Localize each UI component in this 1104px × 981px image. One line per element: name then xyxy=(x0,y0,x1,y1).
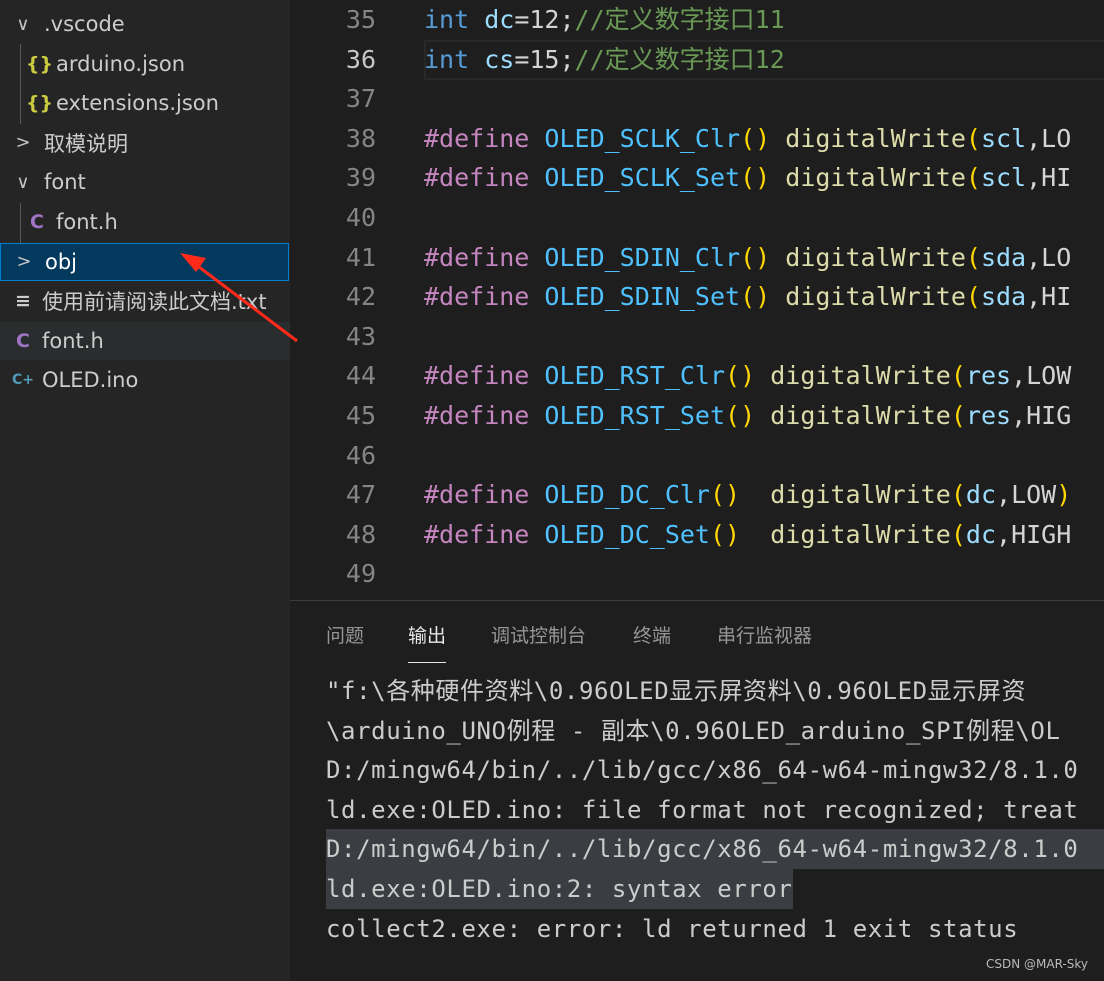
tab-2[interactable]: 调试控制台 xyxy=(491,621,586,653)
output-line: D:/mingw64/bin/../lib/gcc/x86_64-w64-min… xyxy=(326,829,1104,870)
tab-3[interactable]: 终端 xyxy=(633,621,671,653)
output-line: D:/mingw64/bin/../lib/gcc/x86_64-w64-min… xyxy=(326,756,1079,785)
bottom-panel: 问题 输出 调试控制台 终端 串行监视器 "f:\各种硬件资料\0.96OLED显示屏资… xyxy=(290,600,1104,981)
output-line: "f:\各种硬件资料\0.96OLED显示屏资料\0.96OLED显示屏资 xyxy=(326,677,1027,705)
watermark: CSDN @MAR-Sky xyxy=(985,957,1088,971)
panel-tabs: 问题 输出 调试控制台 终端 串行监视器 xyxy=(290,601,1104,663)
output-line: ld.exe:OLED.ino:2: syntax error xyxy=(326,869,793,909)
tab-4[interactable]: 串行监视器 xyxy=(717,621,812,653)
tab-1[interactable]: 输出 xyxy=(408,621,447,663)
tab-0[interactable]: 问题 xyxy=(326,621,364,653)
output-line: collect2.exe: error: ld returned 1 exit … xyxy=(326,914,1019,943)
output-line: ld.exe:OLED.ino: file format not recogni… xyxy=(326,795,1079,824)
output-line: \arduino_UNO例程 - 副本\0.96OLED_arduino_SPI… xyxy=(326,716,1061,745)
